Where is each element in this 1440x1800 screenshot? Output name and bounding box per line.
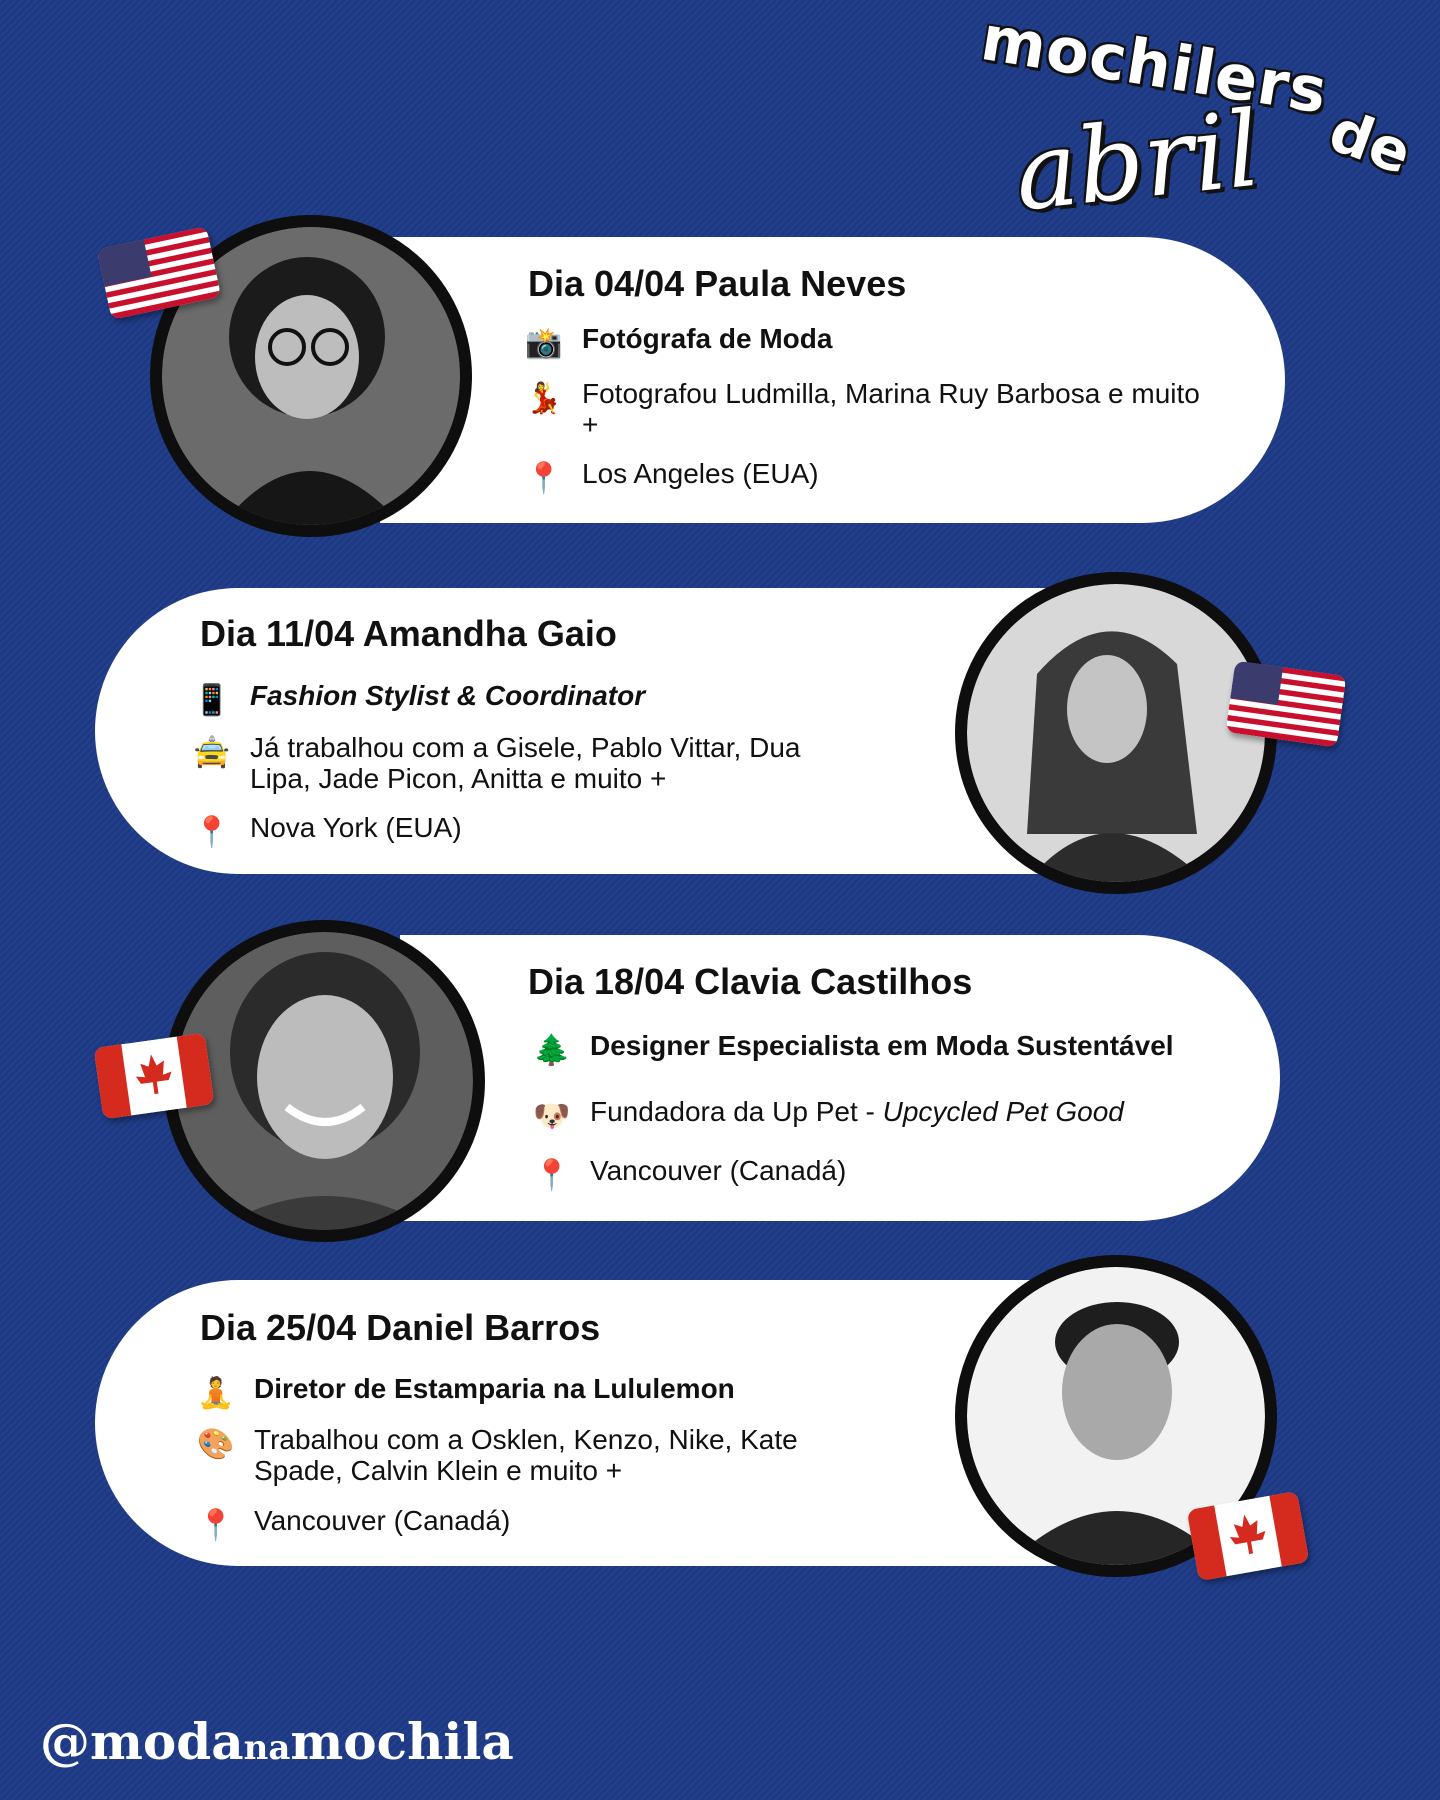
person-detail-row: 💃 Fotografou Ludmilla, Marina Ruy Barbos… bbox=[520, 378, 1222, 440]
person-location: Los Angeles (EUA) bbox=[582, 458, 819, 489]
person-role: Designer Especialista em Moda Sustentáve… bbox=[590, 1030, 1174, 1061]
brand-handle-na: na bbox=[243, 1728, 291, 1768]
person-detail-row: 🐶 Fundadora da Up Pet - Upcycled Pet Goo… bbox=[528, 1096, 1270, 1136]
tree-icon: 🌲 bbox=[533, 1033, 571, 1067]
person-heading: Dia 25/04 Daniel Barros bbox=[200, 1307, 601, 1348]
pin-icon: 📍 bbox=[197, 1508, 235, 1542]
person-heading: Dia 18/04 Clavia Castilhos bbox=[528, 961, 973, 1002]
person-location-row: 📍 Vancouver (Canadá) bbox=[192, 1505, 894, 1545]
person-role-row: 📸 Fotógrafa de Moda bbox=[520, 323, 1222, 363]
person-role: Fotógrafa de Moda bbox=[582, 323, 833, 354]
dancer-icon: 💃 bbox=[525, 381, 563, 415]
title-line-abril: abril bbox=[1009, 87, 1266, 235]
person-detail-italic: Upcycled Pet Good bbox=[882, 1096, 1124, 1127]
person-heading: Dia 11/04 Amandha Gaio bbox=[200, 613, 617, 654]
brand-handle-at: @moda bbox=[40, 1712, 244, 1771]
person-role-row: 🧘 Diretor de Estamparia na Lululemon bbox=[192, 1373, 894, 1413]
person-heading: Dia 04/04 Paula Neves bbox=[528, 263, 907, 304]
person-detail-row: 🎨 Trabalhou com a Osklen, Kenzo, Nike, K… bbox=[192, 1424, 854, 1486]
person-detail: Fundadora da Up Pet - bbox=[590, 1096, 883, 1127]
pin-icon: 📍 bbox=[525, 461, 563, 495]
meditation-icon: 🧘 bbox=[197, 1376, 235, 1410]
title-word-de: de bbox=[1320, 96, 1421, 188]
person-location-row: 📍 Los Angeles (EUA) bbox=[520, 458, 1222, 498]
taxi-icon: 🚖 bbox=[193, 735, 231, 769]
title-lettering: mochilers abril de bbox=[960, 1, 1430, 240]
person-detail-row: 🚖 Já trabalhou com a Gisele, Pablo Vitta… bbox=[188, 732, 850, 794]
person-role: Diretor de Estamparia na Lululemon bbox=[254, 1373, 735, 1404]
pin-icon: 📍 bbox=[193, 815, 231, 849]
person-detail: Trabalhou com a Osklen, Kenzo, Nike, Kat… bbox=[254, 1424, 798, 1486]
person-role-row: 📱 Fashion Stylist & Coordinator bbox=[188, 680, 890, 720]
usa-flag-icon bbox=[1225, 660, 1347, 748]
person-location: Vancouver (Canadá) bbox=[590, 1155, 847, 1186]
avatar-amandha-gaio bbox=[955, 572, 1277, 894]
brand-handle: @modanamochila bbox=[40, 1712, 514, 1771]
person-role-row: 🌲 Designer Especialista em Moda Sustentá… bbox=[528, 1030, 1270, 1070]
camera-flash-icon: 📸 bbox=[525, 326, 563, 360]
brand-handle-brand: mochila bbox=[290, 1712, 514, 1771]
person-detail: Já trabalhou com a Gisele, Pablo Vittar,… bbox=[250, 732, 801, 794]
person-location-row: 📍 Nova York (EUA) bbox=[188, 812, 890, 852]
canada-flag-icon bbox=[93, 1032, 215, 1120]
phone-icon: 📱 bbox=[193, 683, 231, 717]
person-detail: Fotografou Ludmilla, Marina Ruy Barbosa … bbox=[582, 378, 1200, 440]
person-location-row: 📍 Vancouver (Canadá) bbox=[528, 1155, 1230, 1195]
palette-icon: 🎨 bbox=[197, 1427, 235, 1461]
person-location: Nova York (EUA) bbox=[250, 812, 462, 843]
person-role: Fashion Stylist & Coordinator bbox=[250, 680, 646, 711]
pin-icon: 📍 bbox=[533, 1158, 571, 1192]
dog-icon: 🐶 bbox=[533, 1099, 571, 1133]
person-location: Vancouver (Canadá) bbox=[254, 1505, 511, 1536]
